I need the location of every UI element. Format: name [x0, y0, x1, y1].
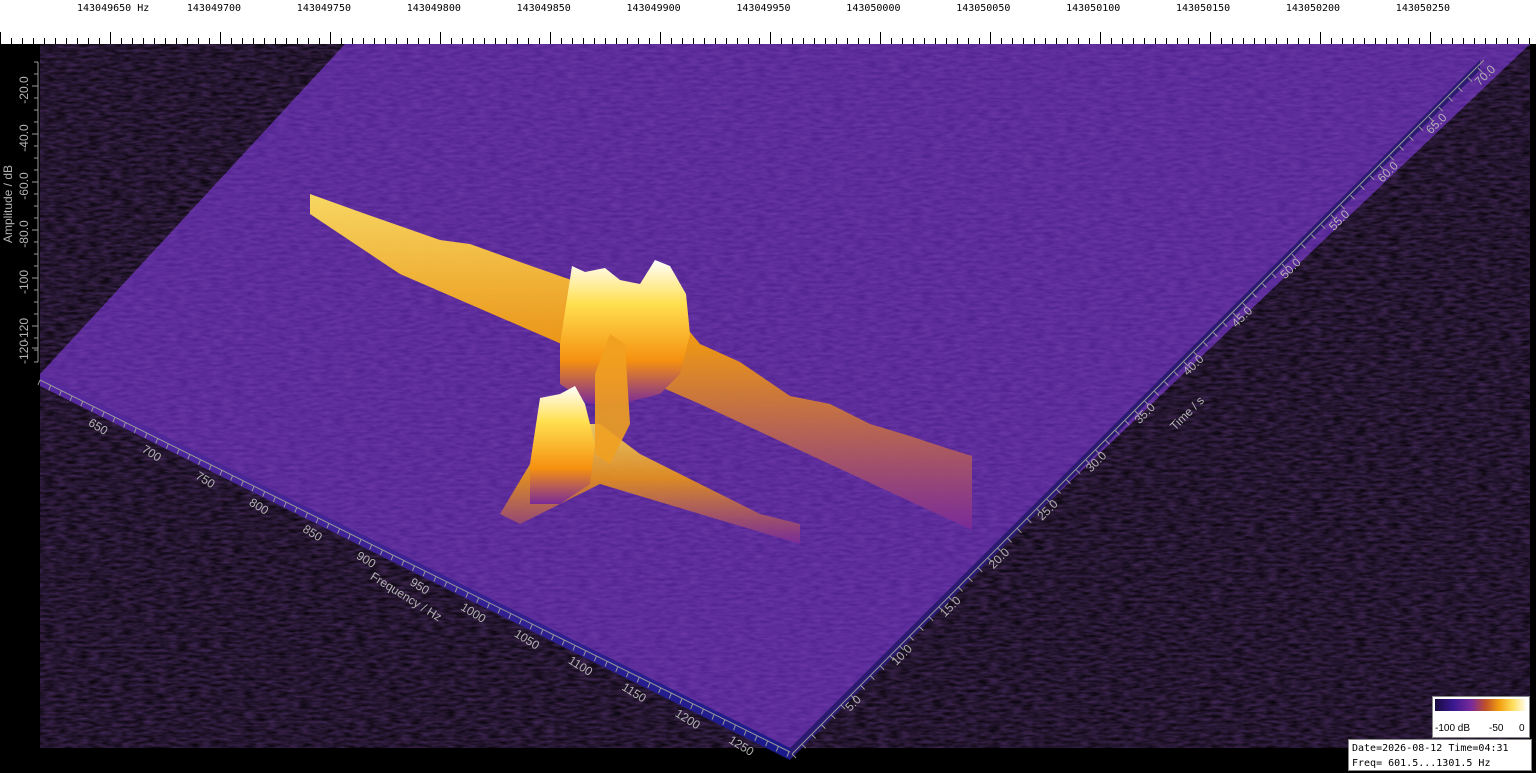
amplitude-tick-label: -20.0: [17, 76, 31, 104]
info-frequency-range: Freq= 601.5...1301.5 Hz: [1352, 758, 1491, 769]
colorbar-min-label: -100 dB: [1435, 723, 1471, 734]
ruler-tick: [660, 32, 661, 44]
amplitude-axis-title: Amplitude / dB: [1, 165, 15, 243]
ruler-tick: [1210, 32, 1211, 44]
ruler-tick: [0, 32, 1, 44]
ruler-tick: [880, 32, 881, 44]
ruler-tick: [440, 32, 441, 44]
ruler-label: 143049700: [186, 3, 242, 14]
ruler-label: 143050150: [1176, 3, 1231, 14]
amplitude-tick-label: -80.0: [17, 220, 31, 248]
amplitude-axis: -20.0 -40.0 -60.0 -80.0 -100 -120-120 Amplitud…: [1, 61, 39, 364]
colorbar-mid-label: -50: [1489, 723, 1504, 734]
ruler-tick: [1430, 32, 1431, 44]
info-panel: Date=2026-08-12 Time=04:31 Freq= 601.5..…: [1348, 739, 1532, 771]
ruler-label: 143049650 Hz: [77, 3, 150, 14]
ruler-tick: [1320, 32, 1321, 44]
ruler-tick: [1100, 32, 1101, 44]
frequency-minor-tick: [37, 379, 41, 386]
amplitude-tick-label: -120: [17, 340, 31, 364]
waterfall-3d-plot[interactable]: -20.0 -40.0 -60.0 -80.0 -100 -120-120 Amplitud…: [0, 44, 1536, 773]
ruler-tick: [330, 32, 331, 44]
ruler-label: 143049950: [736, 3, 791, 14]
amplitude-tick-label: -60.0: [17, 172, 31, 200]
ruler-tick: [220, 32, 221, 44]
time-axis-title: Time / s: [1167, 393, 1207, 433]
ruler-label: 143050050: [956, 3, 1011, 14]
ruler-tick: [990, 32, 991, 44]
ruler-label: 143049900: [626, 3, 681, 14]
ruler-label: 143050200: [1285, 3, 1341, 14]
colorbar-legend: -100 dB -50 0: [1432, 696, 1530, 738]
ruler-label: 143049850: [516, 3, 571, 14]
ruler-label: 143049750: [296, 3, 351, 14]
amplitude-tick-label: -100: [17, 270, 31, 294]
info-date-time: Date=2026-08-12 Time=04:31: [1352, 743, 1509, 754]
ruler-tick: [110, 32, 111, 44]
colorbar-max-label: 0: [1519, 723, 1525, 734]
frequency-ruler[interactable]: 143049650 Hz 143049700 143049750 143049800 1…: [0, 0, 1536, 45]
colorbar-gradient: [1435, 699, 1527, 711]
amplitude-tick-label: -40.0: [17, 124, 31, 152]
ruler-label: 143049800: [406, 3, 461, 14]
ruler-label: 143050000: [846, 3, 901, 14]
ruler-tick: [770, 32, 771, 44]
ruler-tick: [550, 32, 551, 44]
ruler-label: 143050100: [1066, 3, 1121, 14]
ruler-label: 143050250: [1395, 3, 1450, 14]
amplitude-tick-label: -120: [17, 318, 31, 342]
